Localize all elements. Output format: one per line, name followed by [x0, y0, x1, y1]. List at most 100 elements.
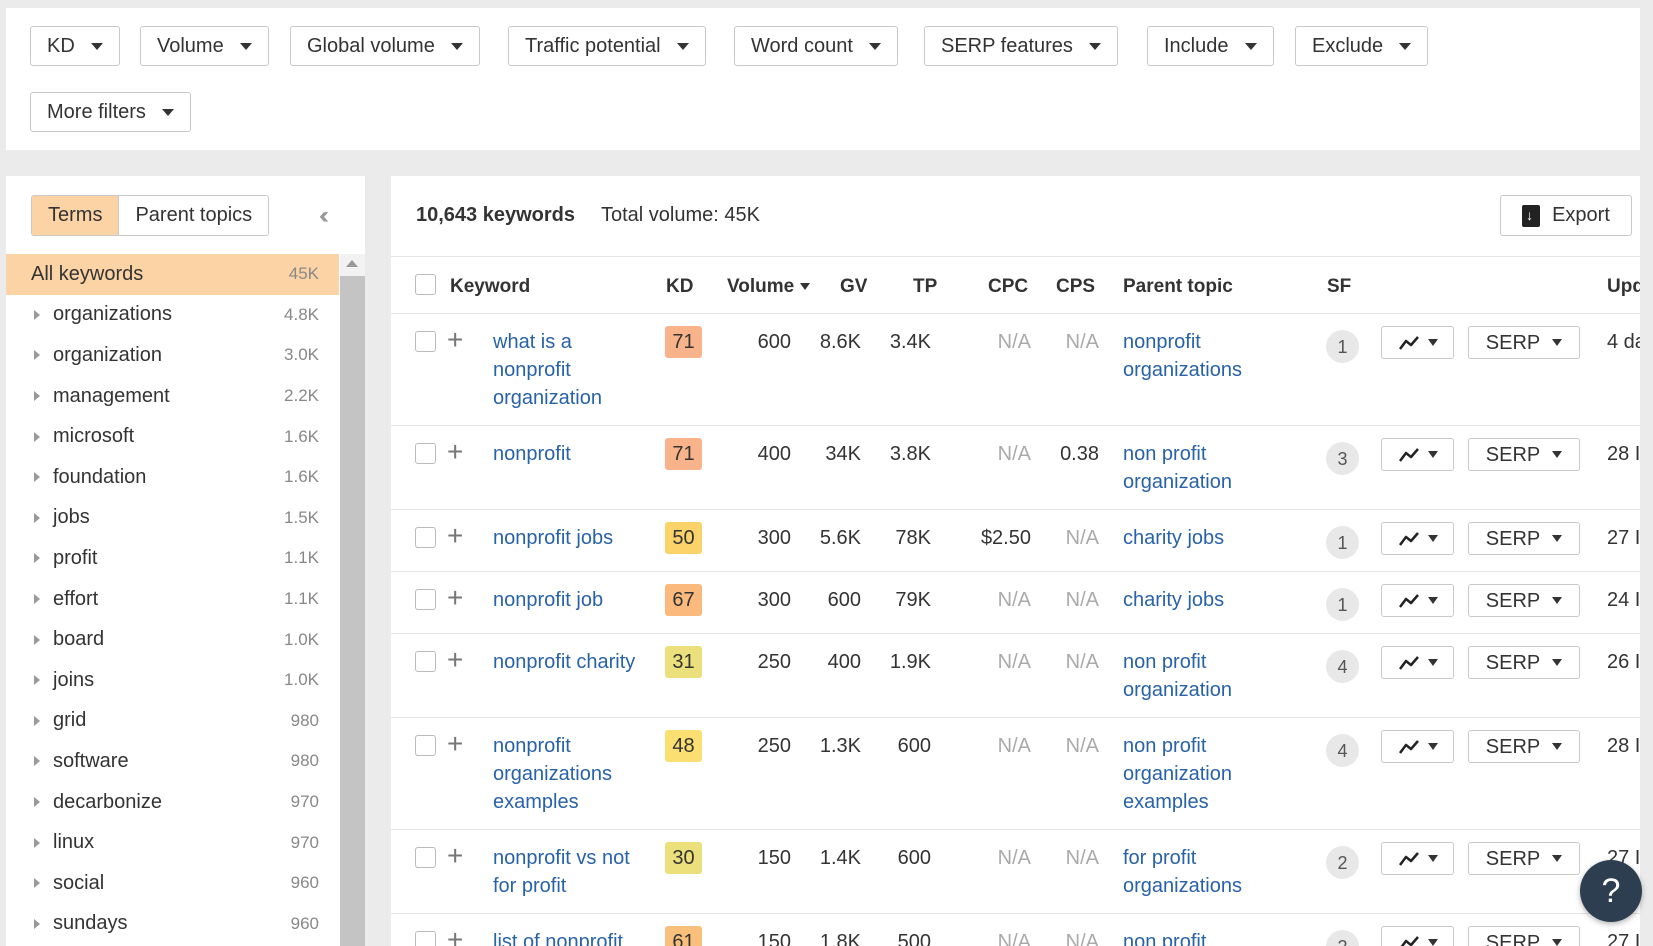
- parent-topic-link[interactable]: non profit organization: [1123, 440, 1273, 496]
- expand-arrow-icon[interactable]: [34, 918, 40, 929]
- trend-button[interactable]: [1381, 522, 1454, 555]
- serp-features-count[interactable]: 1: [1326, 526, 1359, 559]
- serp-button[interactable]: SERP: [1468, 522, 1580, 555]
- keyword-link[interactable]: list of nonprofit: [493, 928, 653, 946]
- serp-features-count[interactable]: 1: [1326, 330, 1359, 363]
- serp-button[interactable]: SERP: [1468, 584, 1580, 617]
- expand-arrow-icon[interactable]: [34, 756, 40, 767]
- parent-topic-link[interactable]: non profit organization examples: [1123, 732, 1273, 816]
- trend-button[interactable]: [1381, 438, 1454, 471]
- filter-serp-features-button[interactable]: SERP features: [924, 26, 1118, 66]
- add-keyword-plus-icon[interactable]: +: [447, 926, 463, 946]
- add-keyword-plus-icon[interactable]: +: [447, 584, 463, 612]
- row-checkbox[interactable]: [415, 847, 436, 868]
- header-cpc[interactable]: CPC: [988, 276, 1028, 298]
- header-kd[interactable]: KD: [666, 276, 693, 298]
- header-parent-topic[interactable]: Parent topic: [1123, 276, 1233, 298]
- serp-features-count[interactable]: 4: [1326, 650, 1359, 683]
- filter-kd-button[interactable]: KD: [30, 26, 120, 66]
- keyword-group-item[interactable]: board 1.0K: [6, 619, 339, 660]
- header-gv[interactable]: GV: [840, 276, 867, 298]
- keyword-link[interactable]: nonprofit organizations examples: [493, 732, 653, 816]
- keyword-group-item[interactable]: management 2.2K: [6, 376, 339, 417]
- scroll-up-arrow-icon[interactable]: [346, 260, 358, 267]
- serp-features-count[interactable]: 1: [1326, 588, 1359, 621]
- keyword-link[interactable]: nonprofit: [493, 440, 653, 468]
- row-checkbox[interactable]: [415, 331, 436, 352]
- filter-traffic-potential-button[interactable]: Traffic potential: [508, 26, 706, 66]
- select-all-checkbox[interactable]: [415, 274, 436, 295]
- row-checkbox[interactable]: [415, 527, 436, 548]
- keyword-link[interactable]: nonprofit jobs: [493, 524, 653, 552]
- filter-include-button[interactable]: Include: [1147, 26, 1274, 66]
- expand-arrow-icon[interactable]: [34, 675, 40, 686]
- expand-arrow-icon[interactable]: [34, 634, 40, 645]
- tab-terms[interactable]: Terms: [32, 196, 120, 235]
- serp-features-count[interactable]: 2: [1326, 846, 1359, 879]
- keyword-group-item[interactable]: software 980: [6, 741, 339, 782]
- filter-word-count-button[interactable]: Word count: [734, 26, 898, 66]
- keyword-group-item[interactable]: joins 1.0K: [6, 660, 339, 701]
- header-sf[interactable]: SF: [1327, 276, 1351, 298]
- export-button[interactable]: Export: [1500, 195, 1632, 236]
- expand-arrow-icon[interactable]: [34, 797, 40, 808]
- keyword-group-item[interactable]: profit 1.1K: [6, 538, 339, 579]
- serp-button[interactable]: SERP: [1468, 438, 1580, 471]
- expand-arrow-icon[interactable]: [34, 553, 40, 564]
- serp-features-count[interactable]: 2: [1326, 930, 1359, 946]
- serp-button[interactable]: SERP: [1468, 646, 1580, 679]
- keyword-group-item[interactable]: social 960: [6, 863, 339, 904]
- keyword-group-item[interactable]: effort 1.1K: [6, 579, 339, 620]
- parent-topic-link[interactable]: for profit organizations: [1123, 844, 1273, 900]
- keyword-link[interactable]: nonprofit charity: [493, 648, 653, 676]
- keyword-link[interactable]: what is a nonprofit organization: [493, 328, 653, 412]
- keyword-group-item[interactable]: grid 980: [6, 701, 339, 742]
- scrollbar-thumb[interactable]: [340, 276, 365, 946]
- keyword-group-item[interactable]: organization 3.0K: [6, 335, 339, 376]
- more-filters-button[interactable]: More filters: [30, 92, 191, 132]
- expand-arrow-icon[interactable]: [34, 391, 40, 402]
- expand-arrow-icon[interactable]: [34, 472, 40, 483]
- parent-topic-link[interactable]: non profit organization: [1123, 648, 1273, 704]
- header-cps[interactable]: CPS: [1056, 276, 1095, 298]
- header-updated[interactable]: Upd: [1607, 276, 1640, 298]
- keyword-group-item[interactable]: organizations 4.8K: [6, 295, 339, 336]
- serp-features-count[interactable]: 4: [1326, 734, 1359, 767]
- expand-arrow-icon[interactable]: [34, 350, 40, 361]
- filter-volume-button[interactable]: Volume: [140, 26, 269, 66]
- trend-button[interactable]: [1381, 326, 1454, 359]
- serp-button[interactable]: SERP: [1468, 842, 1580, 875]
- add-keyword-plus-icon[interactable]: +: [447, 326, 463, 354]
- keyword-link[interactable]: nonprofit job: [493, 586, 653, 614]
- add-keyword-plus-icon[interactable]: +: [447, 842, 463, 870]
- add-keyword-plus-icon[interactable]: +: [447, 438, 463, 466]
- serp-button[interactable]: SERP: [1468, 326, 1580, 359]
- expand-arrow-icon[interactable]: [34, 878, 40, 889]
- serp-button[interactable]: SERP: [1468, 926, 1580, 946]
- double-chevron-left-icon[interactable]: ‹‹: [319, 202, 329, 230]
- parent-topic-link[interactable]: charity jobs: [1123, 524, 1273, 552]
- row-checkbox[interactable]: [415, 589, 436, 610]
- header-keyword[interactable]: Keyword: [450, 276, 530, 298]
- row-checkbox[interactable]: [415, 443, 436, 464]
- row-checkbox[interactable]: [415, 735, 436, 756]
- parent-topic-link[interactable]: non profit: [1123, 928, 1273, 946]
- trend-button[interactable]: [1381, 730, 1454, 763]
- add-keyword-plus-icon[interactable]: +: [447, 730, 463, 758]
- trend-button[interactable]: [1381, 926, 1454, 946]
- keyword-group-item[interactable]: foundation 1.6K: [6, 457, 339, 498]
- header-tp[interactable]: TP: [913, 276, 937, 298]
- tab-parent-topics[interactable]: Parent topics: [119, 196, 269, 235]
- row-checkbox[interactable]: [415, 931, 436, 946]
- trend-button[interactable]: [1381, 584, 1454, 617]
- keyword-link[interactable]: nonprofit vs not for profit: [493, 844, 653, 900]
- keyword-group-item[interactable]: sundays 960: [6, 904, 339, 945]
- keyword-group-item[interactable]: jobs 1.5K: [6, 498, 339, 539]
- serp-button[interactable]: SERP: [1468, 730, 1580, 763]
- serp-features-count[interactable]: 3: [1326, 442, 1359, 475]
- header-volume[interactable]: Volume: [727, 276, 811, 298]
- filter-exclude-button[interactable]: Exclude: [1295, 26, 1429, 66]
- parent-topic-link[interactable]: charity jobs: [1123, 586, 1273, 614]
- help-button[interactable]: ?: [1580, 860, 1642, 922]
- keyword-group-all[interactable]: All keywords 45K: [6, 254, 339, 295]
